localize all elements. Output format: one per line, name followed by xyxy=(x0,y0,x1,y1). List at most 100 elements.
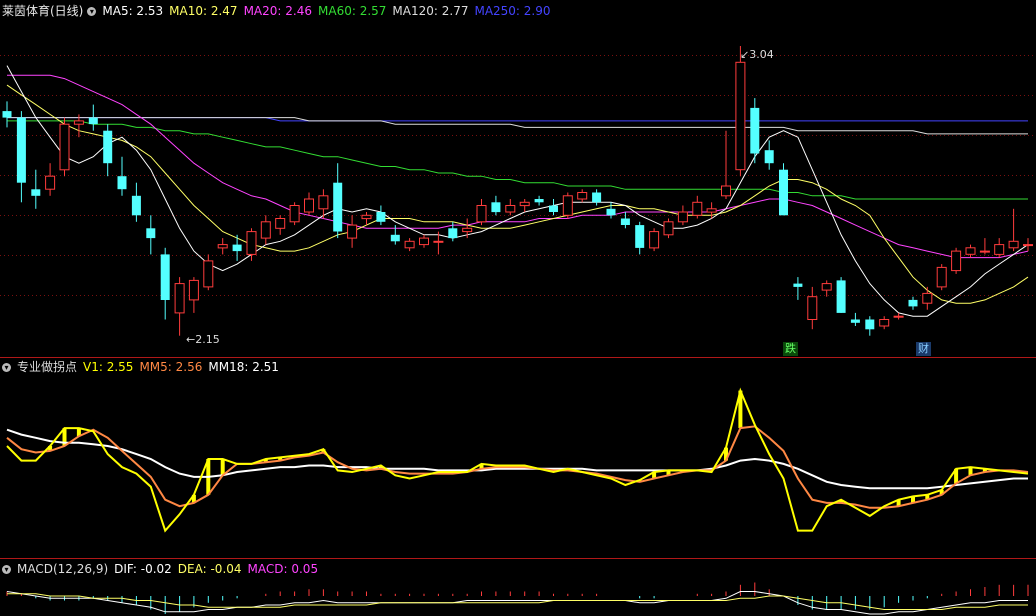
v1-line xyxy=(6,387,1029,533)
candle-body xyxy=(45,175,56,190)
candle-body xyxy=(807,296,818,321)
mm18-line xyxy=(6,428,1028,490)
signal-tag-die[interactable]: 跌 xyxy=(783,342,798,356)
candle-body xyxy=(893,315,904,318)
candle xyxy=(59,117,70,177)
candle-body xyxy=(275,218,286,229)
collapse-icon[interactable]: ▾ xyxy=(87,7,97,16)
dea-line xyxy=(7,593,1028,610)
candle-body xyxy=(592,192,602,203)
candle-body xyxy=(433,240,444,243)
candle xyxy=(793,277,803,300)
collapse-icon[interactable]: ▾ xyxy=(2,565,11,574)
candle-body xyxy=(217,244,228,249)
candle xyxy=(635,221,645,255)
candle-body xyxy=(606,208,616,216)
mm18-label: MM18: 2.51 xyxy=(208,360,279,374)
candle-body xyxy=(764,150,774,164)
candle xyxy=(922,286,933,310)
macd-label: MACD: 0.05 xyxy=(247,562,319,576)
low-price-value: 2.15 xyxy=(195,333,220,346)
candle-body xyxy=(174,283,185,314)
candle-body xyxy=(793,283,803,287)
candle-body xyxy=(994,244,1005,255)
candle-body xyxy=(318,195,329,210)
candle-body xyxy=(750,107,760,154)
candle xyxy=(333,163,343,239)
candle xyxy=(103,124,113,177)
candle-body xyxy=(117,176,127,190)
indicator-title: 专业做拐点 xyxy=(17,360,78,374)
candle-body xyxy=(203,260,214,288)
main-chart-header: 莱茵体育(日线) ▾ MA5: 2.53 MA10: 2.47 MA20: 2.46 MA… xyxy=(2,3,557,19)
macd-header: ▾ MACD(12,26,9) DIF: -0.02 DEA: -0.04 MACD: … xyxy=(2,561,324,577)
candle xyxy=(476,199,487,226)
candle-body xyxy=(836,280,846,313)
ma120-label: MA120: 2.77 xyxy=(392,4,469,18)
candle xyxy=(260,215,271,245)
candle-body xyxy=(779,169,788,216)
candle xyxy=(16,111,26,203)
collapse-icon[interactable]: ▾ xyxy=(2,363,11,372)
candle xyxy=(663,218,674,239)
candle-body xyxy=(103,130,113,164)
candle-body xyxy=(735,61,746,171)
candle xyxy=(836,277,846,313)
candle xyxy=(217,238,228,255)
candle xyxy=(304,192,314,216)
candle-body xyxy=(721,185,731,197)
high-price-value: 3.04 xyxy=(749,48,774,61)
candle-body xyxy=(491,202,501,213)
candle xyxy=(347,215,358,248)
candle-body xyxy=(88,117,98,125)
candle xyxy=(620,212,630,229)
candle-body xyxy=(1008,240,1019,249)
candle xyxy=(936,264,947,291)
signal-tag-cai[interactable]: 财 xyxy=(916,342,931,356)
candle xyxy=(606,202,616,219)
candle-body xyxy=(663,221,674,236)
candle-body xyxy=(1023,244,1033,247)
candle xyxy=(649,228,660,252)
candle xyxy=(807,286,818,330)
candle xyxy=(419,234,429,248)
candle-body xyxy=(850,319,860,323)
candle-body xyxy=(476,205,487,223)
candle-body xyxy=(505,205,516,213)
ma20-label: MA20: 2.46 xyxy=(243,4,312,18)
candle-body xyxy=(448,228,458,239)
candle xyxy=(534,195,544,206)
candle-body xyxy=(31,189,41,196)
candle xyxy=(117,156,127,196)
candle xyxy=(549,199,558,216)
candle-body xyxy=(333,182,343,232)
candle-body xyxy=(965,247,976,255)
candle-body xyxy=(347,224,358,239)
candle xyxy=(879,316,890,330)
high-price-label: ↙3.04 xyxy=(740,48,774,61)
macd-title: MACD(12,26,9) xyxy=(17,562,109,576)
candle xyxy=(275,215,286,235)
candle-body xyxy=(908,299,918,307)
v1-label: V1: 2.55 xyxy=(83,360,134,374)
candle-body xyxy=(232,244,242,252)
ma250-label: MA250: 2.90 xyxy=(474,4,551,18)
candle xyxy=(160,247,170,320)
candle xyxy=(750,98,760,164)
candle-body xyxy=(131,195,141,216)
candle xyxy=(232,234,242,261)
candle xyxy=(908,296,918,310)
candle xyxy=(376,205,386,226)
dea-label: DEA: -0.04 xyxy=(177,562,242,576)
dif-label: DIF: -0.02 xyxy=(114,562,172,576)
candle-body xyxy=(160,254,170,300)
mm5-label: MM5: 2.56 xyxy=(139,360,203,374)
low-price-label: ←2.15 xyxy=(186,333,220,346)
candle-body xyxy=(59,123,70,171)
candle-body xyxy=(404,240,415,249)
candle xyxy=(965,244,976,258)
ma5-line xyxy=(6,65,1029,317)
candle-body xyxy=(821,283,832,291)
candle xyxy=(203,254,214,291)
candle xyxy=(289,202,300,226)
